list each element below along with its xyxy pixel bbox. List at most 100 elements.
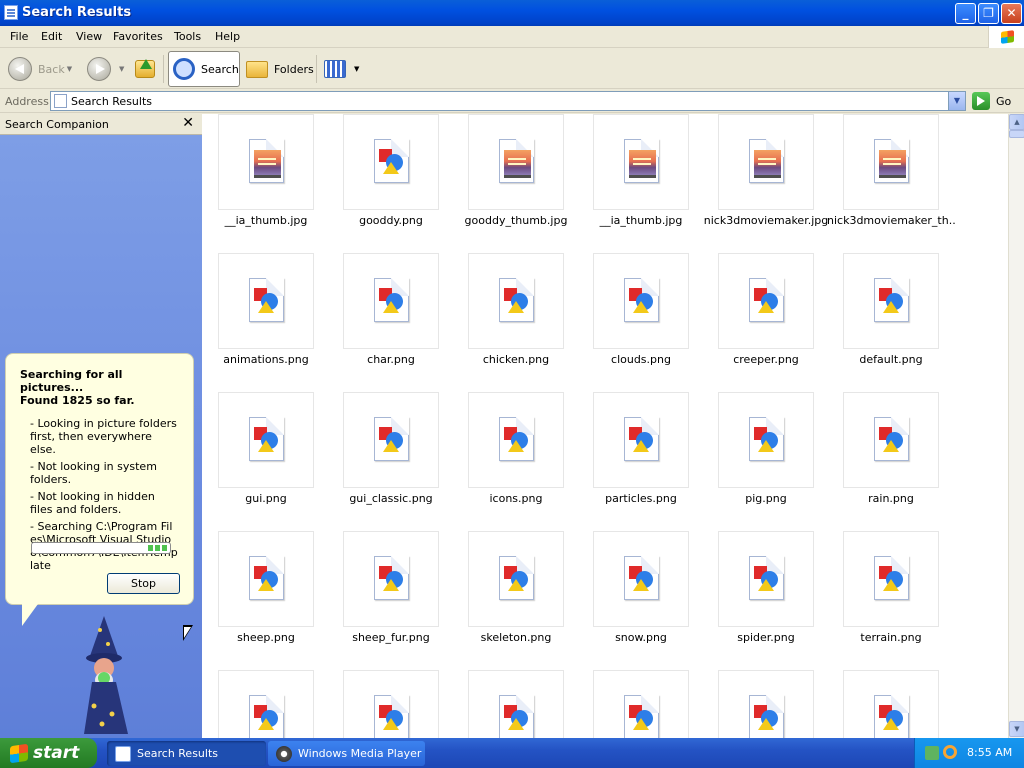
progress-segment (162, 545, 167, 551)
file-item[interactable]: __ia_thumb.jpg (202, 114, 322, 244)
file-item[interactable]: gui_classic.png (327, 392, 447, 522)
menu-help[interactable]: Help (215, 30, 240, 43)
file-thumbnail[interactable] (343, 670, 439, 738)
file-item[interactable]: skeleton.png (452, 531, 572, 661)
file-item[interactable]: terrain.png (827, 531, 947, 661)
taskbar-item-windows-media-player[interactable]: Windows Media Player (268, 741, 425, 766)
scroll-down-icon[interactable]: ▼ (1009, 721, 1024, 737)
menu-view[interactable]: View (76, 30, 102, 43)
go-button[interactable]: Go (972, 92, 1011, 110)
file-thumbnail[interactable] (468, 392, 564, 488)
file-item[interactable]: nick3dmoviemaker_th... (827, 114, 955, 244)
file-item[interactable]: nick3dmoviemaker.jpg (702, 114, 828, 244)
file-item[interactable]: chicken.png (452, 253, 572, 383)
file-item[interactable]: clouds.png (577, 253, 697, 383)
file-item[interactable]: gooddy.png (327, 114, 447, 244)
file-item[interactable]: gui.png (202, 392, 322, 522)
file-item[interactable]: spider.png (702, 531, 822, 661)
menu-favorites[interactable]: Favorites (113, 30, 163, 43)
file-thumbnail[interactable] (343, 531, 439, 627)
file-thumbnail[interactable] (218, 253, 314, 349)
file-item[interactable] (452, 670, 572, 738)
file-item[interactable]: char.png (327, 253, 447, 383)
search-note: - Not looking in hidden files and folder… (30, 490, 155, 516)
menu-tools[interactable]: Tools (174, 30, 201, 43)
file-item[interactable] (827, 670, 947, 738)
file-thumbnail[interactable] (593, 392, 689, 488)
scrollbar-thumb[interactable] (1009, 130, 1024, 138)
up-folder-button[interactable] (135, 51, 161, 87)
file-thumbnail[interactable] (593, 531, 689, 627)
file-thumbnail[interactable] (218, 531, 314, 627)
file-item[interactable]: sheep.png (202, 531, 322, 661)
png-image-icon (749, 417, 784, 461)
file-item[interactable]: animations.png (202, 253, 322, 383)
file-item[interactable]: sheep_fur.png (327, 531, 447, 661)
file-thumbnail[interactable] (718, 670, 814, 738)
file-thumbnail[interactable] (218, 114, 314, 210)
network-icon[interactable] (925, 746, 939, 760)
close-button[interactable]: ✕ (1001, 3, 1022, 24)
stop-button[interactable]: Stop (107, 573, 180, 594)
file-thumbnail[interactable] (218, 392, 314, 488)
file-item[interactable] (577, 670, 697, 738)
forward-button[interactable]: ▼ (87, 51, 124, 87)
address-input[interactable]: Search Results ▼ (50, 91, 966, 111)
search-tray-icon[interactable] (943, 745, 957, 759)
file-thumbnail[interactable] (468, 670, 564, 738)
file-item[interactable]: snow.png (577, 531, 697, 661)
address-dropdown-icon[interactable]: ▼ (948, 92, 965, 110)
search-status-title: Searching for all pictures... Found 1825… (20, 368, 179, 407)
file-thumbnail[interactable] (343, 114, 439, 210)
file-thumbnail[interactable] (593, 670, 689, 738)
file-name: char.png (367, 353, 415, 366)
file-thumbnail[interactable] (718, 253, 814, 349)
file-thumbnail[interactable] (218, 670, 314, 738)
file-thumbnail[interactable] (843, 392, 939, 488)
file-thumbnail[interactable] (468, 253, 564, 349)
file-item[interactable]: creeper.png (702, 253, 822, 383)
file-thumbnail[interactable] (593, 253, 689, 349)
file-item[interactable]: __ia_thumb.jpg (577, 114, 697, 244)
title-bar[interactable]: Search Results _ ❐ ✕ (0, 0, 1024, 26)
file-item[interactable]: particles.png (577, 392, 697, 522)
jpeg-image-icon (249, 139, 284, 183)
menu-edit[interactable]: Edit (41, 30, 62, 43)
back-dropdown-icon[interactable]: ▼ (67, 65, 72, 73)
forward-dropdown-icon[interactable]: ▼ (119, 65, 124, 73)
file-item[interactable]: icons.png (452, 392, 572, 522)
file-thumbnail[interactable] (843, 670, 939, 738)
file-thumbnail[interactable] (843, 114, 939, 210)
menu-file[interactable]: File (10, 30, 28, 43)
file-item[interactable]: rain.png (827, 392, 947, 522)
file-thumbnail[interactable] (468, 114, 564, 210)
close-pane-icon[interactable]: ✕ (182, 115, 194, 131)
vertical-scrollbar[interactable]: ▲ ▼ (1008, 114, 1024, 738)
views-button[interactable]: ▼ (324, 51, 359, 87)
file-thumbnail[interactable] (343, 392, 439, 488)
taskbar-item-search-results[interactable]: Search Results (107, 741, 266, 766)
search-button[interactable]: Search (168, 51, 240, 87)
minimize-button[interactable]: _ (955, 3, 976, 24)
file-thumbnail[interactable] (718, 531, 814, 627)
file-item[interactable] (327, 670, 447, 738)
search-wizard-character[interactable] (72, 616, 136, 734)
file-thumbnail[interactable] (718, 114, 814, 210)
file-thumbnail[interactable] (343, 253, 439, 349)
search-results-icon (54, 94, 67, 108)
file-item[interactable] (202, 670, 322, 738)
start-button[interactable]: start (0, 738, 97, 768)
file-item[interactable] (702, 670, 822, 738)
file-thumbnail[interactable] (593, 114, 689, 210)
file-thumbnail[interactable] (843, 253, 939, 349)
file-item[interactable]: default.png (827, 253, 947, 383)
file-thumbnail[interactable] (718, 392, 814, 488)
file-item[interactable]: gooddy_thumb.jpg (452, 114, 572, 244)
file-thumbnail[interactable] (468, 531, 564, 627)
folders-button[interactable]: Folders (244, 51, 314, 87)
scroll-up-icon[interactable]: ▲ (1009, 114, 1024, 130)
file-item[interactable]: pig.png (702, 392, 822, 522)
file-thumbnail[interactable] (843, 531, 939, 627)
back-button[interactable]: Back ▼ (8, 51, 72, 87)
maximize-button[interactable]: ❐ (978, 3, 999, 24)
